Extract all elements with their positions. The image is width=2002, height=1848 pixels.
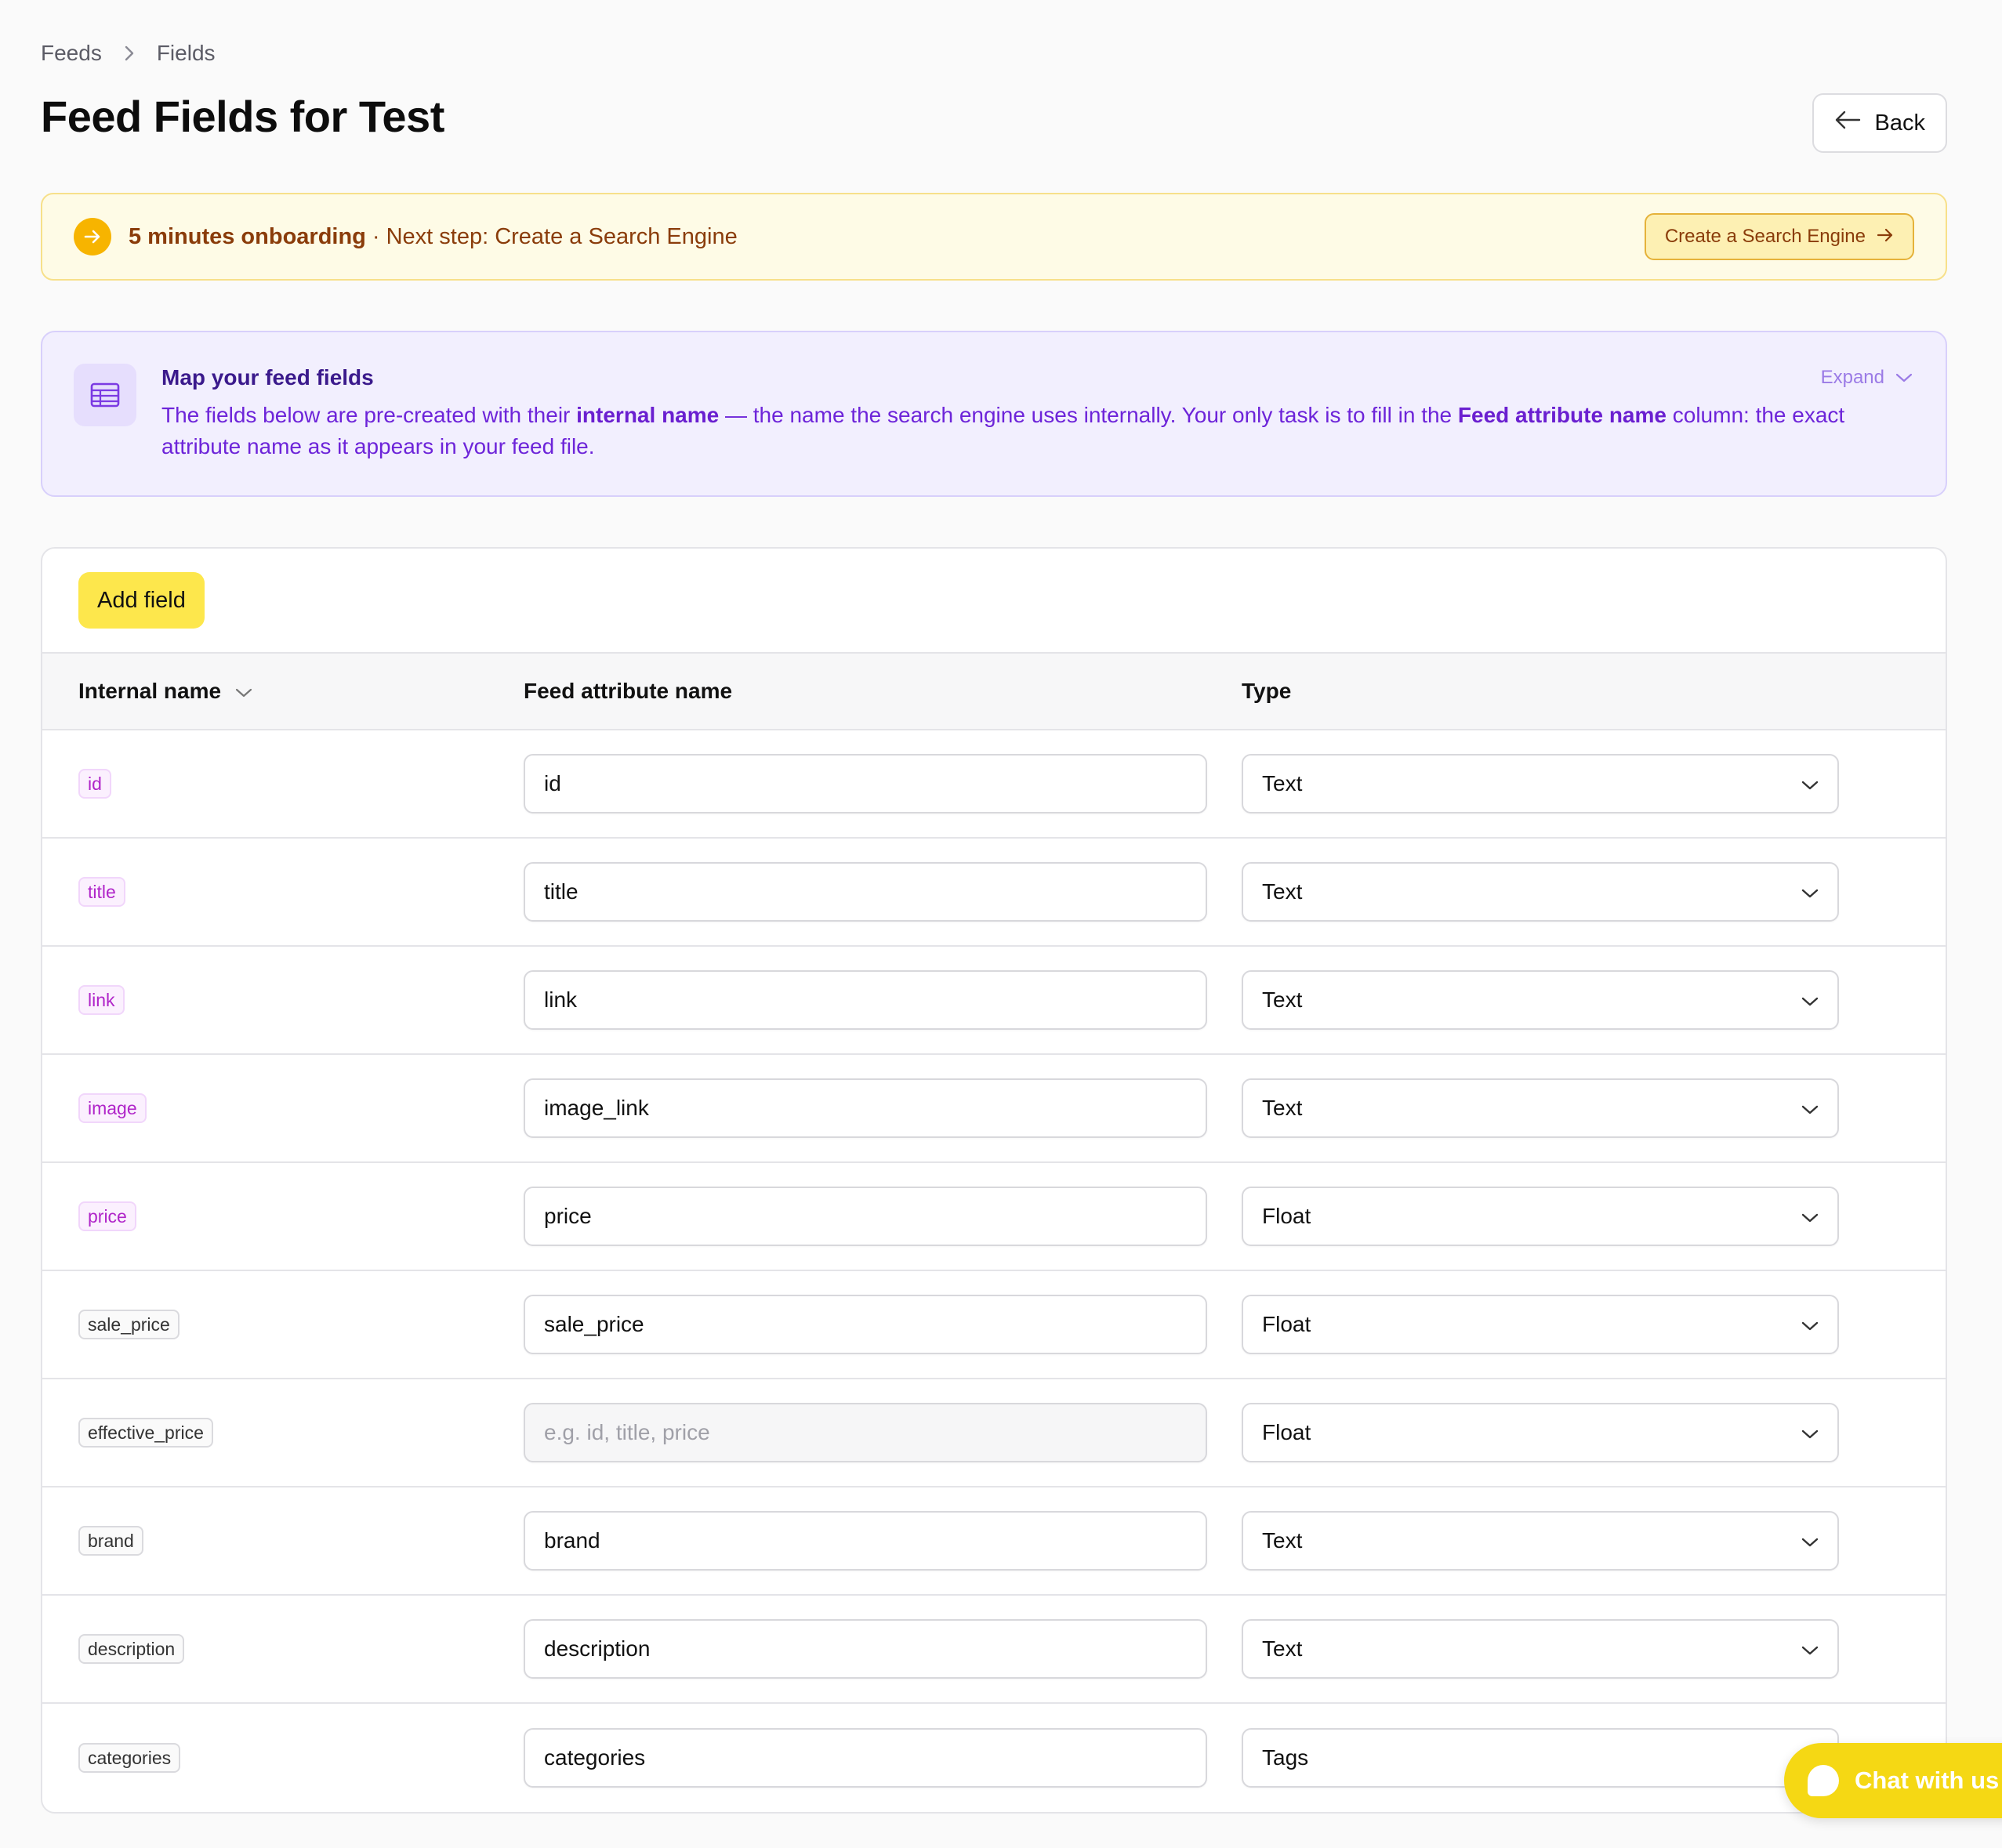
table-row: categories Tags <box>42 1704 1946 1812</box>
back-button[interactable]: Back <box>1812 93 1947 153</box>
internal-name-chip: image <box>78 1093 147 1123</box>
type-select[interactable]: Tags <box>1242 1728 1839 1788</box>
chevron-down-icon <box>1801 1096 1819 1121</box>
create-search-engine-button[interactable]: Create a Search Engine <box>1644 213 1914 260</box>
table-row: brand Text <box>42 1487 1946 1596</box>
feed-attribute-input[interactable] <box>524 1619 1207 1679</box>
page-title: Feed Fields for Test <box>41 91 444 141</box>
type-select-value: Text <box>1262 1636 1303 1661</box>
type-select-value: Text <box>1262 879 1303 904</box>
table-body: id Text title Text link Text image Text price Flo… <box>42 730 1946 1812</box>
type-select[interactable]: Text <box>1242 970 1839 1030</box>
header-feed-attribute: Feed attribute name <box>524 679 733 703</box>
onboarding-separator: · <box>372 223 380 249</box>
chevron-down-icon <box>1801 1312 1819 1337</box>
fields-table-card: Add field Internal name Feed attribute n… <box>41 547 1947 1814</box>
internal-name-chip: id <box>78 769 111 799</box>
chevron-down-icon <box>235 679 252 704</box>
info-title: Map your feed fields <box>161 365 374 390</box>
type-select-value: Text <box>1262 987 1303 1012</box>
type-select-value: Float <box>1262 1312 1311 1336</box>
internal-name-chip: price <box>78 1201 136 1231</box>
type-select-value: Text <box>1262 1528 1303 1553</box>
type-select-value: Text <box>1262 771 1303 795</box>
chevron-down-icon <box>1801 1636 1819 1661</box>
feed-attribute-input[interactable] <box>524 754 1207 813</box>
table-row: image Text <box>42 1055 1946 1163</box>
table-row: title Text <box>42 839 1946 947</box>
type-select-value: Float <box>1262 1204 1311 1228</box>
onboarding-next-step: Next step: Create a Search Engine <box>386 223 738 249</box>
chevron-down-icon <box>1801 1420 1819 1445</box>
add-field-button[interactable]: Add field <box>78 572 205 629</box>
arrow-right-circle-icon <box>74 218 111 255</box>
header-internal-name: Internal name <box>78 679 222 703</box>
feed-attribute-input[interactable] <box>524 1078 1207 1138</box>
create-search-engine-label: Create a Search Engine <box>1664 226 1866 247</box>
table-row: link Text <box>42 947 1946 1055</box>
internal-name-chip: link <box>78 985 125 1015</box>
internal-name-chip: title <box>78 877 125 907</box>
breadcrumb: Feeds Fields <box>41 38 1947 69</box>
feed-attribute-input[interactable] <box>524 862 1207 922</box>
internal-name-chip: sale_price <box>78 1310 180 1339</box>
chevron-down-icon <box>1801 771 1819 796</box>
chat-widget-button[interactable]: Chat with us <box>1784 1743 2002 1818</box>
chat-label: Chat with us <box>1855 1766 2000 1794</box>
feed-attribute-input[interactable] <box>524 1511 1207 1571</box>
table-header: Internal name Feed attribute name Type <box>42 654 1946 730</box>
type-select[interactable]: Float <box>1242 1295 1839 1354</box>
internal-name-chip: brand <box>78 1526 143 1556</box>
chat-bubble-icon <box>1808 1765 1839 1796</box>
type-select[interactable]: Text <box>1242 1619 1839 1679</box>
feed-attribute-input[interactable] <box>524 1728 1207 1788</box>
feed-attribute-input[interactable] <box>524 970 1207 1030</box>
type-select[interactable]: Text <box>1242 1078 1839 1138</box>
onboarding-title: 5 minutes onboarding <box>129 223 366 249</box>
chevron-right-icon <box>124 45 135 62</box>
internal-name-chip: description <box>78 1634 185 1664</box>
info-card: Map your feed fields The fields below ar… <box>41 331 1947 497</box>
chevron-down-icon <box>1801 1528 1819 1553</box>
type-select[interactable]: Text <box>1242 1511 1839 1571</box>
onboarding-banner: 5 minutes onboarding · Next step: Create… <box>41 193 1947 281</box>
header-type: Type <box>1242 679 1292 703</box>
expand-label: Expand <box>1820 367 1884 388</box>
type-select-value: Float <box>1262 1420 1311 1444</box>
internal-name-chip: categories <box>78 1743 181 1773</box>
table-icon <box>74 364 136 426</box>
internal-name-chip: effective_price <box>78 1418 213 1448</box>
expand-toggle[interactable]: Expand <box>1821 367 1913 389</box>
breadcrumb-feeds[interactable]: Feeds <box>41 41 102 66</box>
page-header: Feed Fields for Test Back <box>41 85 1947 153</box>
arrow-right-icon <box>1877 226 1894 248</box>
arrow-left-icon <box>1834 110 1861 136</box>
breadcrumb-fields[interactable]: Fields <box>157 41 216 66</box>
chevron-down-icon <box>1801 879 1819 904</box>
chevron-down-icon <box>1801 987 1819 1013</box>
type-select[interactable]: Text <box>1242 862 1839 922</box>
table-row: id Text <box>42 730 1946 839</box>
back-button-label: Back <box>1874 110 1925 136</box>
internal-name-emphasis: internal name <box>576 403 720 427</box>
chevron-down-icon <box>1895 367 1913 389</box>
type-select[interactable]: Float <box>1242 1403 1839 1462</box>
type-select[interactable]: Float <box>1242 1187 1839 1246</box>
feed-attribute-input[interactable] <box>524 1187 1207 1246</box>
table-row: price Float <box>42 1163 1946 1271</box>
table-row: sale_price Float <box>42 1271 1946 1379</box>
page: Feeds Fields Feed Fields for Test Back 5… <box>41 38 1947 1814</box>
feed-attribute-emphasis: Feed attribute name <box>1457 403 1667 427</box>
type-select-value: Text <box>1262 1096 1303 1120</box>
chevron-down-icon <box>1801 1204 1819 1229</box>
info-description: The fields below are pre-created with th… <box>161 403 1845 458</box>
table-row: effective_price Float <box>42 1379 1946 1487</box>
feed-attribute-input[interactable] <box>524 1295 1207 1354</box>
table-row: description Text <box>42 1596 1946 1704</box>
internal-name-sort[interactable]: Internal name <box>42 679 524 704</box>
type-select-value: Tags <box>1262 1745 1309 1770</box>
type-select[interactable]: Text <box>1242 754 1839 813</box>
feed-attribute-input[interactable] <box>524 1403 1207 1462</box>
